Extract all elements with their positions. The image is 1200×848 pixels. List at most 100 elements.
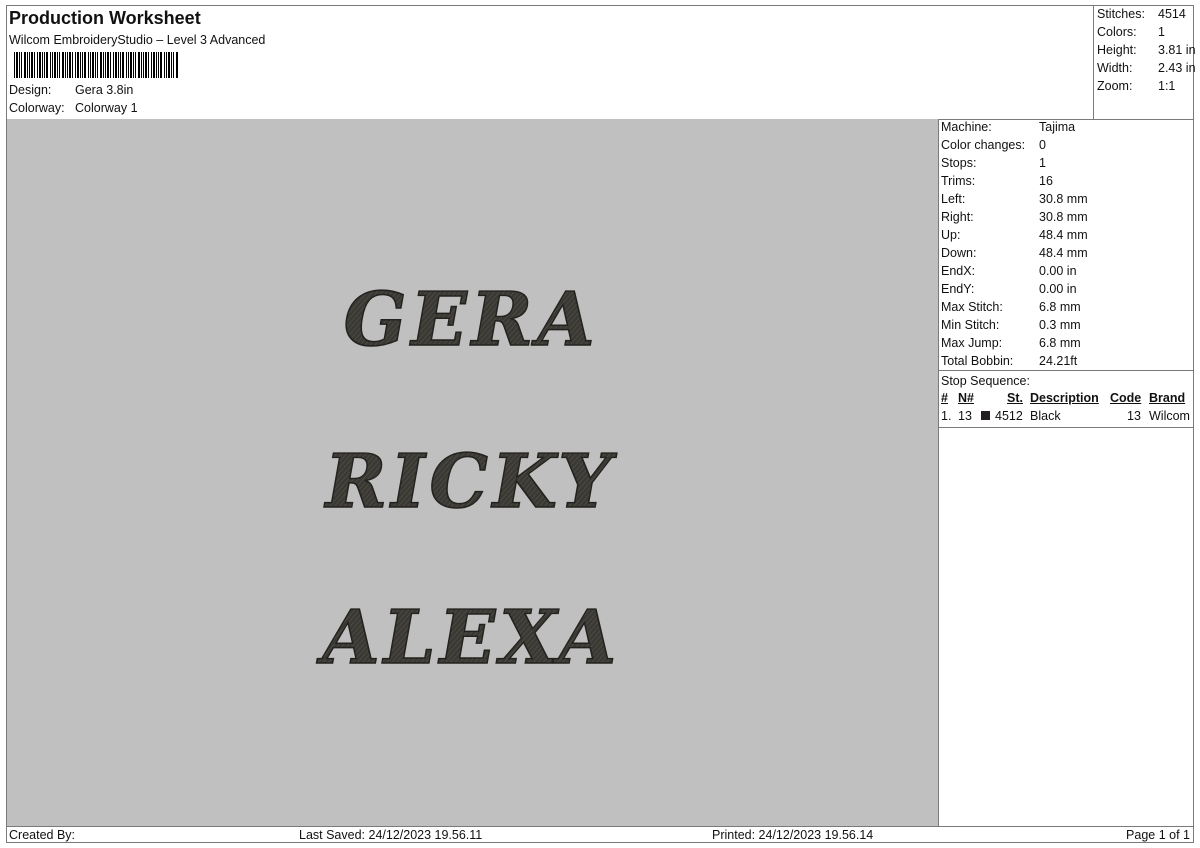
worksheet: Production Worksheet Wilcom EmbroiderySt… <box>6 5 1196 844</box>
barcode-bar <box>75 52 76 78</box>
spec-value: 48.4 mm <box>1039 228 1088 242</box>
barcode-bar <box>42 52 43 78</box>
barcode-bar <box>19 52 20 78</box>
barcode-bar <box>153 52 155 78</box>
sequence-divider <box>938 427 1193 428</box>
barcode-bar <box>69 52 71 78</box>
height-value: 3.81 in <box>1158 43 1196 57</box>
spec-label: Max Stitch: <box>941 300 1003 314</box>
spec-label: Machine: <box>941 120 992 134</box>
row-needle: 13 <box>958 409 972 423</box>
barcode-bar <box>118 52 119 78</box>
spec-label: EndX: <box>941 264 976 278</box>
spec-label: Min Stitch: <box>941 318 1000 332</box>
barcode-bar <box>143 52 144 78</box>
embroidery-line-alexa: ALEXA <box>313 594 627 681</box>
barcode-bar <box>164 52 165 78</box>
spec-value: 48.4 mm <box>1039 246 1088 260</box>
design-summary: Stitches: 4514 Colors: 1 Height: 3.81 in Wi… <box>1093 6 1196 119</box>
stop-sequence-title: Stop Sequence: <box>941 374 1030 388</box>
barcode-bar <box>37 52 38 78</box>
colorway-label: Colorway: <box>9 101 65 115</box>
spec-value: 0.00 in <box>1039 282 1077 296</box>
barcode-bar <box>21 52 22 78</box>
spec-label: Trims: <box>941 174 976 188</box>
barcode-bar <box>133 52 134 78</box>
col-header-description: Description <box>1030 391 1099 405</box>
spec-value: 6.8 mm <box>1039 300 1081 314</box>
design-preview: GERA RICKY ALEXA <box>7 119 939 826</box>
page-number: Page 1 of 1 <box>1126 828 1190 842</box>
row-number: 1. <box>941 409 952 423</box>
barcode-bar <box>82 52 83 78</box>
spec-label: Total Bobbin: <box>941 354 1014 368</box>
barcode-bar <box>120 52 121 78</box>
spec-label: Down: <box>941 246 977 260</box>
barcode-bar <box>65 52 66 78</box>
barcode-bar <box>54 52 56 78</box>
printed-date: Printed: 24/12/2023 19.56.14 <box>712 828 874 842</box>
colors-label: Colors: <box>1097 25 1137 39</box>
page-title: Production Worksheet <box>9 8 201 28</box>
barcode-bar <box>95 52 96 78</box>
barcode-bar <box>29 52 30 78</box>
barcode-bar <box>97 52 98 78</box>
colorway-row: Colorway: Colorway 1 <box>9 101 138 115</box>
stitches-label: Stitches: <box>1097 7 1145 21</box>
stitches-value: 4514 <box>1158 7 1186 21</box>
spec-label: Color changes: <box>941 138 1026 152</box>
barcode-bar <box>171 52 172 78</box>
barcode-bar <box>52 52 53 78</box>
barcode-bar <box>126 52 127 78</box>
embroidery-preview: GERA RICKY ALEXA <box>312 275 628 682</box>
specs-divider <box>938 370 1193 371</box>
created-by: Created By: <box>9 828 76 842</box>
embroidery-line-ricky: RICKY <box>317 438 623 525</box>
spec-label: Left: <box>941 192 966 206</box>
barcode-bar <box>138 52 140 78</box>
barcode-bar <box>72 52 73 78</box>
spec-value: 6.8 mm <box>1039 336 1081 350</box>
barcode-bar <box>27 52 28 78</box>
barcode-bar <box>16 52 18 78</box>
barcode-bar <box>88 52 89 78</box>
spec-label: Up: <box>941 228 961 242</box>
col-header-stitches: St. <box>1007 391 1023 405</box>
embroidery-line-gera: GERA <box>336 276 606 363</box>
row-brand: Wilcom <box>1149 409 1190 423</box>
barcode-bar <box>130 52 132 78</box>
barcode <box>14 52 178 78</box>
software-name: Wilcom EmbroideryStudio – Level 3 Advanc… <box>9 33 266 47</box>
barcode-bar <box>39 52 41 78</box>
barcode-bar <box>128 52 129 78</box>
barcode-bar <box>57 52 58 78</box>
barcode-bar <box>176 52 178 78</box>
barcode-bar <box>77 52 79 78</box>
spec-value: 1 <box>1039 156 1046 170</box>
barcode-bar <box>173 52 174 78</box>
barcode-bar <box>46 52 48 78</box>
spec-value: 0.00 in <box>1039 264 1077 278</box>
barcode-bar <box>160 52 162 78</box>
width-label: Width: <box>1097 61 1133 75</box>
row-stitches: 4512 <box>995 409 1023 423</box>
barcode-bar <box>168 52 170 78</box>
worksheet-footer: Created By: Last Saved: 24/12/2023 19.56… <box>7 826 1193 844</box>
spec-label: Max Jump: <box>941 336 1003 350</box>
spec-value: 30.8 mm <box>1039 210 1088 224</box>
col-header-number: # <box>941 391 948 405</box>
worksheet-header: Production Worksheet Wilcom EmbroiderySt… <box>7 6 1093 119</box>
barcode-bar <box>80 52 81 78</box>
barcode-bar <box>103 52 104 78</box>
design-value: Gera 3.8in <box>75 83 134 97</box>
width-value: 2.43 in <box>1158 61 1196 75</box>
row-description: Black <box>1030 409 1061 423</box>
barcode-bar <box>110 52 111 78</box>
barcode-bar <box>105 52 106 78</box>
barcode-bar <box>59 52 60 78</box>
barcode-bar <box>115 52 117 78</box>
barcode-bar <box>31 52 33 78</box>
zoom-value: 1:1 <box>1158 79 1176 93</box>
spec-value: 16 <box>1039 174 1053 188</box>
barcode-bar <box>67 52 68 78</box>
